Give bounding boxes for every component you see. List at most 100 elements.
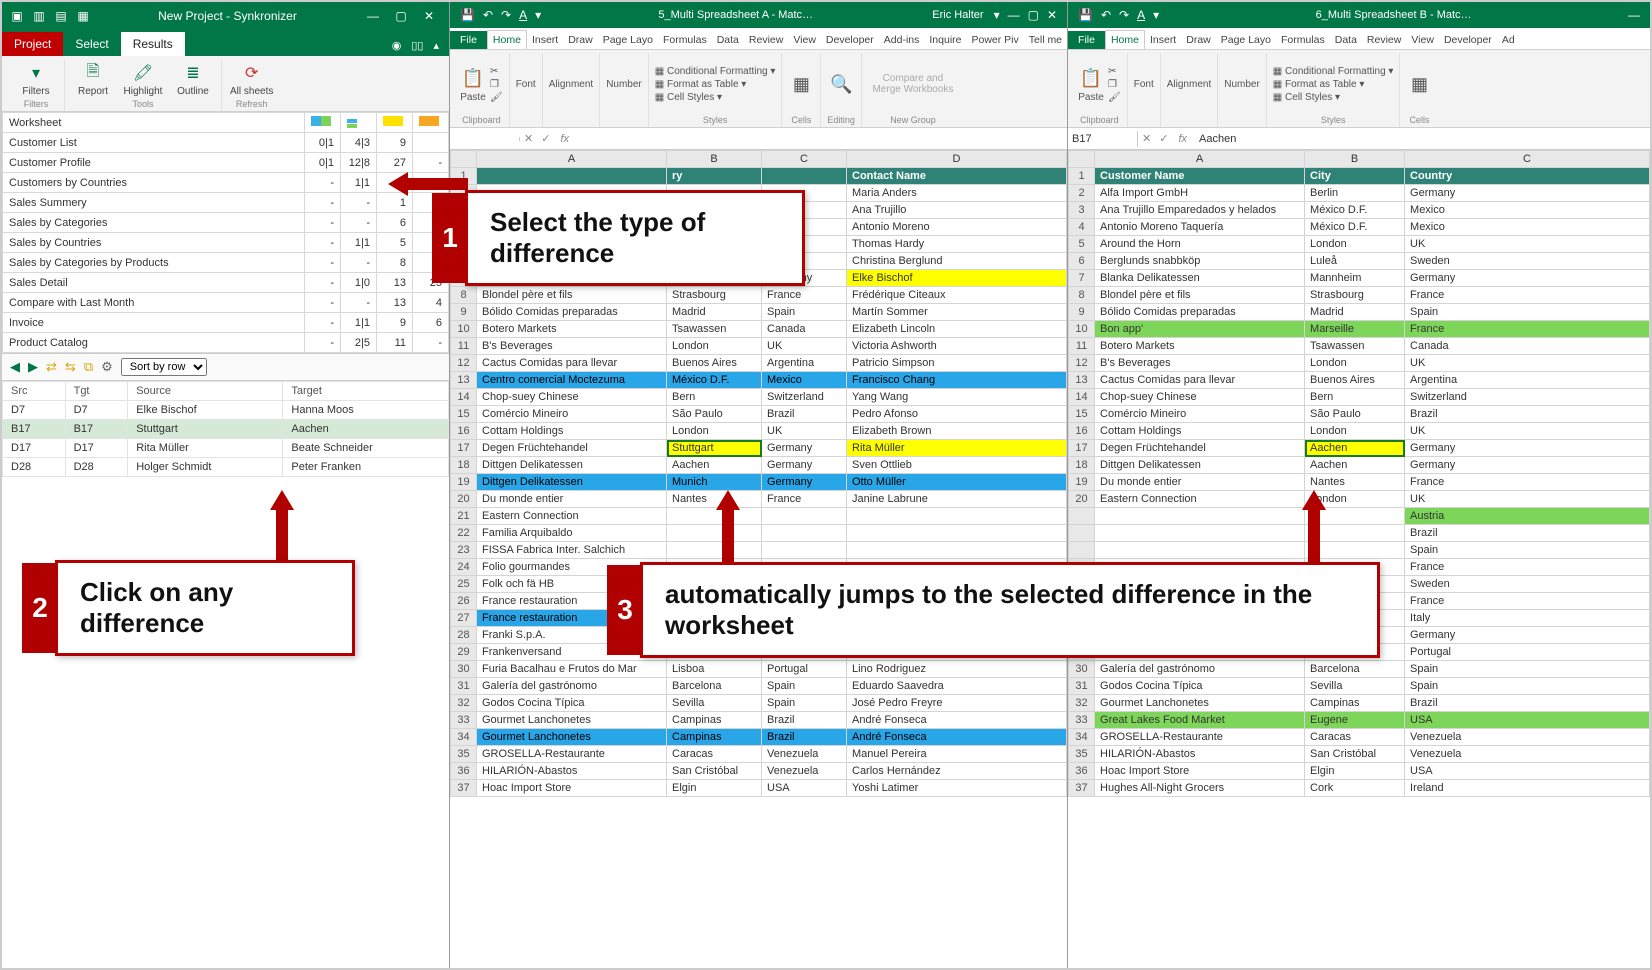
fmttable-button[interactable]: ▦ Format as Table ▾ xyxy=(1273,79,1394,90)
col-diff-rows[interactable] xyxy=(341,113,377,133)
font-group[interactable]: Font xyxy=(516,79,536,90)
grid-row[interactable]: Austria xyxy=(1069,508,1650,525)
col-diff-fmt[interactable] xyxy=(413,113,449,133)
worksheet-row[interactable]: Sales by Categories--6- xyxy=(3,213,449,233)
layout-icon-3[interactable]: ▦ xyxy=(74,7,92,25)
tab-insert[interactable]: Insert xyxy=(527,31,563,49)
max-a-button[interactable]: ▢ xyxy=(1028,8,1039,22)
prev-diff-button[interactable]: ◀ xyxy=(10,359,20,375)
grid-row[interactable]: 12 B's Beverages London UK xyxy=(1069,355,1650,372)
col-tgt[interactable]: Tgt xyxy=(65,382,128,401)
tab-formulas[interactable]: Formulas xyxy=(1276,31,1330,49)
formula-input-b[interactable]: Aachen xyxy=(1193,131,1650,147)
font-a-icon[interactable]: A xyxy=(1137,8,1145,22)
col-worksheet[interactable]: Worksheet xyxy=(3,113,305,133)
tab-home[interactable]: Home xyxy=(1105,30,1145,49)
minimize-button[interactable]: — xyxy=(359,9,387,23)
grid-row[interactable]: 6 Berglunds snabbköp Luleå Sweden xyxy=(1069,253,1650,270)
tab-view[interactable]: View xyxy=(1406,31,1439,49)
tab-page-layo[interactable]: Page Layo xyxy=(598,31,658,49)
worksheet-row[interactable]: Sales Detail-1|01325 xyxy=(3,273,449,293)
tab-add-ins[interactable]: Add-ins xyxy=(879,31,925,49)
tab-inquire[interactable]: Inquire xyxy=(924,31,966,49)
grid-row[interactable]: 8 Blondel père et fils Strasbourg France… xyxy=(451,287,1067,304)
grid-row[interactable]: 11 B's Beverages London UK Victoria Ashw… xyxy=(451,338,1067,355)
maximize-button[interactable]: ▢ xyxy=(387,9,415,23)
grid-row[interactable]: 13 Cactus Comidas para llevar Buenos Air… xyxy=(1069,372,1650,389)
worksheet-row[interactable]: Invoice-1|196 xyxy=(3,313,449,333)
ok-fx-icon[interactable]: ✓ xyxy=(537,132,554,145)
copy-icon[interactable]: ❐ xyxy=(1108,79,1121,90)
layout-icon-2[interactable]: ▤ xyxy=(52,7,70,25)
grid-row[interactable]: 19 Dittgen Delikatessen Munich Germany O… xyxy=(451,474,1067,491)
grid-row[interactable]: 14 Chop-suey Chinese Bern Switzerland xyxy=(1069,389,1650,406)
grid-row[interactable]: 33 Gourmet Lanchonetes Campinas Brazil A… xyxy=(451,712,1067,729)
grid-row[interactable]: 21 Eastern Connection xyxy=(451,508,1067,525)
col-source[interactable]: Source xyxy=(128,382,283,401)
tab-home[interactable]: Home xyxy=(487,30,527,49)
excel-b-grid[interactable]: ABC 1Customer NameCityCountry 2 Alfa Imp… xyxy=(1068,150,1650,968)
alignment-group[interactable]: Alignment xyxy=(549,79,593,90)
grid-row[interactable]: 36 HILARIÓN-Abastos San Cristóbal Venezu… xyxy=(451,763,1067,780)
cut-icon[interactable]: ✂ xyxy=(1108,66,1121,77)
grid-row[interactable]: 5 Around the Horn London UK xyxy=(1069,236,1650,253)
grid-row[interactable]: 18 Dittgen Delikatessen Aachen Germany xyxy=(1069,457,1650,474)
min-a-button[interactable]: — xyxy=(1008,8,1020,22)
grid-row[interactable]: 12 Cactus Comidas para llevar Buenos Air… xyxy=(451,355,1067,372)
col-target[interactable]: Target xyxy=(283,382,449,401)
save-icon[interactable]: 💾 xyxy=(460,8,475,22)
grid-row[interactable]: 22 Familia Arquibaldo xyxy=(451,525,1067,542)
cellstyles-button[interactable]: ▦ Cell Styles ▾ xyxy=(655,92,776,103)
grid-row[interactable]: 37 Hoac Import Store Elgin USA Yoshi Lat… xyxy=(451,780,1067,797)
save-icon[interactable]: 💾 xyxy=(1078,8,1093,22)
grid-row[interactable]: 17 Degen Früchtehandel Aachen Germany xyxy=(1069,440,1650,457)
grid-row[interactable]: 37 Hughes All-Night Grocers Cork Ireland xyxy=(1069,780,1650,797)
tab-review[interactable]: Review xyxy=(1362,31,1406,49)
grid-row[interactable]: 9 Bólido Comidas preparadas Madrid Spain… xyxy=(451,304,1067,321)
tab-view[interactable]: View xyxy=(788,31,821,49)
tab-power-piv[interactable]: Power Piv xyxy=(967,31,1024,49)
cellstyles-button[interactable]: ▦ Cell Styles ▾ xyxy=(1273,92,1394,103)
grid-row[interactable]: 20 Du monde entier Nantes France Janine … xyxy=(451,491,1067,508)
grid-row[interactable]: 2 Alfa Import GmbH Berlin Germany xyxy=(1069,185,1650,202)
grid-row[interactable]: 34 Gourmet Lanchonetes Campinas Brazil A… xyxy=(451,729,1067,746)
grid-row[interactable]: 10 Botero Markets Tsawassen Canada Eliza… xyxy=(451,321,1067,338)
formula-input-a[interactable] xyxy=(575,137,1067,141)
grid-row[interactable]: 19 Du monde entier Nantes France xyxy=(1069,474,1650,491)
number-group[interactable]: Number xyxy=(606,79,642,90)
cancel-fx-icon[interactable]: ✕ xyxy=(520,132,537,145)
fmttable-button[interactable]: ▦ Format as Table ▾ xyxy=(655,79,776,90)
tab-formulas[interactable]: Formulas xyxy=(658,31,712,49)
undo-icon[interactable]: ↶ xyxy=(483,8,493,22)
namebox-a[interactable] xyxy=(450,137,520,141)
worksheet-summary-table[interactable]: Worksheet Customer List0|14|39Customer P… xyxy=(2,112,449,353)
grid-row[interactable]: 17 Degen Früchtehandel Stuttgart Germany… xyxy=(451,440,1067,457)
close-button[interactable]: ✕ xyxy=(415,9,443,23)
cells-icon[interactable]: ▦ xyxy=(788,71,814,97)
grid-row[interactable]: 34 GROSELLA-Restaurante Caracas Venezuel… xyxy=(1069,729,1650,746)
tab-project[interactable]: Project xyxy=(2,32,63,56)
tab-data[interactable]: Data xyxy=(712,31,744,49)
font-a-icon[interactable]: A xyxy=(519,8,527,22)
tab-file[interactable]: File xyxy=(450,31,487,49)
grid-row[interactable]: 23 FISSA Fabrica Inter. Salchich xyxy=(451,542,1067,559)
help-icon[interactable]: ◉ xyxy=(392,39,402,52)
grid-row[interactable]: 31 Godos Cocina Típica Sevilla Spain xyxy=(1069,678,1650,695)
undo-icon[interactable]: ↶ xyxy=(1101,8,1111,22)
grid-row[interactable]: 10 Bon app' Marseille France xyxy=(1069,321,1650,338)
grid-row[interactable]: 33 Great Lakes Food Market Eugene USA xyxy=(1069,712,1650,729)
grid-row[interactable]: 15 Comércio Mineiro São Paulo Brazil Ped… xyxy=(451,406,1067,423)
diff-row[interactable]: D17D17Rita MüllerBeate Schneider xyxy=(3,439,449,458)
grid-row[interactable]: 13 Centro comercial Moctezuma México D.F… xyxy=(451,372,1067,389)
diff-detail-table[interactable]: Src Tgt Source Target D7D7Elke BischofHa… xyxy=(2,381,449,477)
cancel-fx-icon[interactable]: ✕ xyxy=(1138,132,1155,145)
cells-icon[interactable]: ▦ xyxy=(1406,71,1432,97)
tab-select[interactable]: Select xyxy=(63,32,120,56)
worksheet-row[interactable]: Sales by Countries-1|15- xyxy=(3,233,449,253)
condfmt-button[interactable]: ▦ Conditional Formatting ▾ xyxy=(1273,66,1394,77)
tab-data[interactable]: Data xyxy=(1330,31,1362,49)
grid-row[interactable]: 36 Hoac Import Store Elgin USA xyxy=(1069,763,1650,780)
filters-button[interactable]: ▾ Filters xyxy=(16,62,56,97)
col-diff-cols[interactable] xyxy=(305,113,341,133)
worksheet-row[interactable]: Customer Profile0|112|827- xyxy=(3,153,449,173)
